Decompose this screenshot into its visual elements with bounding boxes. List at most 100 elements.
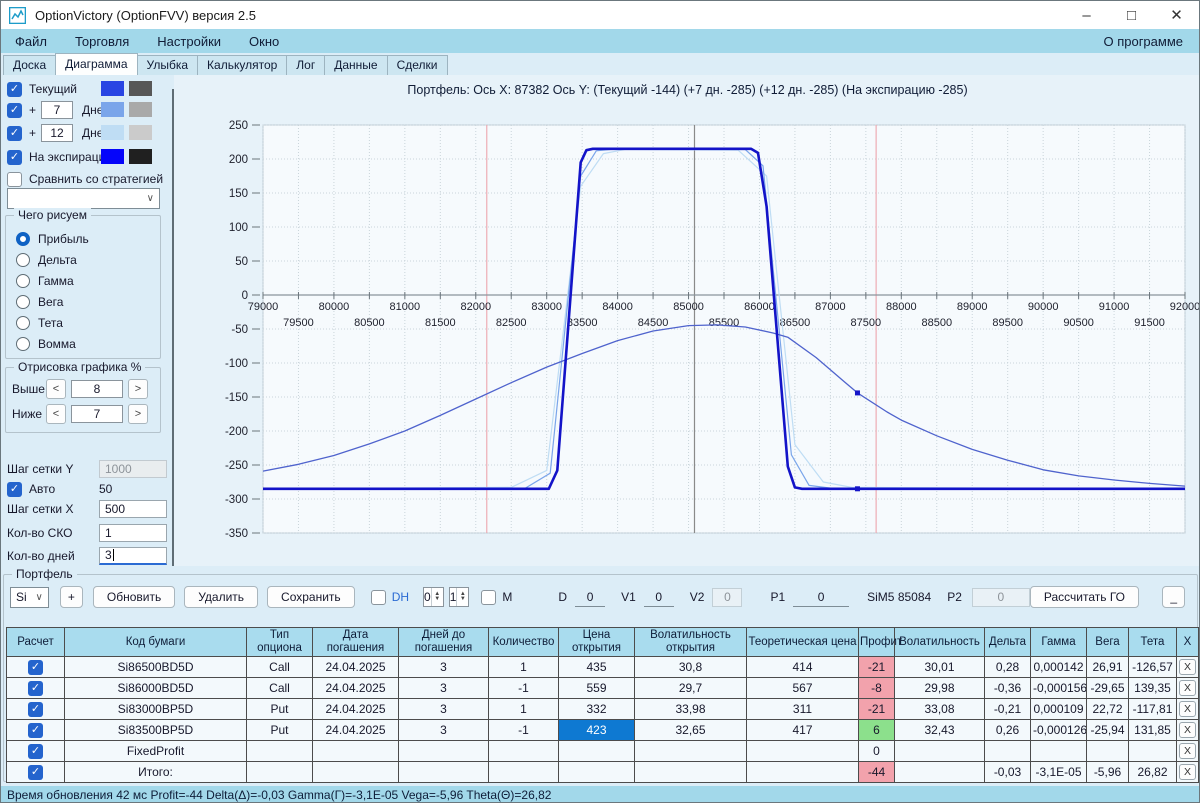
cell-delta[interactable]: 0,26: [984, 719, 1031, 742]
cell-delta[interactable]: -0,21: [984, 698, 1031, 721]
delete-row-button[interactable]: X: [1179, 659, 1196, 676]
cell-vega[interactable]: -29,65: [1086, 677, 1129, 700]
cell-qty[interactable]: [488, 740, 559, 763]
tab-калькулятор[interactable]: Калькулятор: [197, 55, 288, 75]
cell-open_price[interactable]: 559: [558, 677, 635, 700]
cell-profit[interactable]: 0: [858, 740, 895, 763]
tab-сделки[interactable]: Сделки: [386, 55, 448, 75]
dh-checkbox[interactable]: [370, 589, 386, 605]
cell-date[interactable]: 24.04.2025: [312, 698, 399, 721]
cell-type[interactable]: [246, 740, 313, 763]
sko-count-input[interactable]: [99, 524, 167, 542]
column-header-гамма[interactable]: Гамма: [1030, 626, 1087, 658]
cell-profit[interactable]: -8: [858, 677, 895, 700]
cell-date[interactable]: [312, 740, 399, 763]
cell-open_vol[interactable]: [634, 740, 747, 763]
row-calc-checkbox[interactable]: ✓: [28, 765, 43, 781]
cell-open_price[interactable]: [558, 761, 635, 784]
cell-open_vol[interactable]: 33,98: [634, 698, 747, 721]
menu-item-настройки[interactable]: Настройки: [143, 34, 235, 49]
cell-vol[interactable]: 32,43: [894, 719, 985, 742]
tab-данные[interactable]: Данные: [324, 55, 388, 75]
cell-vol[interactable]: [894, 761, 985, 784]
cell-theo[interactable]: 567: [746, 677, 859, 700]
delete-row-button[interactable]: X: [1179, 680, 1196, 697]
cell-open_vol[interactable]: 29,7: [634, 677, 747, 700]
radio-дельта[interactable]: [16, 253, 30, 267]
cell-open_vol[interactable]: 32,65: [634, 719, 747, 742]
save-button[interactable]: Сохранить: [267, 586, 355, 608]
cell-vol[interactable]: 33,08: [894, 698, 985, 721]
grid-step-y-input[interactable]: [99, 460, 167, 478]
cell-theta[interactable]: -117,81: [1128, 698, 1177, 721]
column-header-теоретическая-цена[interactable]: Теоретическая цена: [746, 626, 859, 658]
radio-прибыль[interactable]: [16, 232, 30, 246]
cell-vol[interactable]: 29,98: [894, 677, 985, 700]
cell-open_vol[interactable]: [634, 761, 747, 784]
cell-vega[interactable]: -25,94: [1086, 719, 1129, 742]
cell-code[interactable]: Si86000BD5D: [64, 677, 247, 700]
radio-вомма[interactable]: [16, 337, 30, 351]
cell-vega[interactable]: -5,96: [1086, 761, 1129, 784]
column-header-расчет[interactable]: Расчет: [6, 626, 65, 658]
add-portfolio-button[interactable]: +: [59, 586, 83, 608]
menu-item-окно[interactable]: Окно: [235, 34, 293, 49]
cell-theta[interactable]: [1128, 740, 1177, 763]
cell-date[interactable]: 24.04.2025: [312, 719, 399, 742]
layer-color-swatch[interactable]: [101, 149, 124, 164]
delete-button[interactable]: Удалить: [184, 586, 259, 608]
cell-gamma[interactable]: [1030, 740, 1087, 763]
layer-checkbox-3[interactable]: ✓: [7, 149, 22, 165]
increase-button[interactable]: >: [128, 404, 148, 424]
cell-open_price[interactable]: [558, 740, 635, 763]
cell-qty[interactable]: [488, 761, 559, 784]
dh-spinner-2[interactable]: 1 ▲ ▼: [448, 587, 470, 607]
cell-theo[interactable]: 311: [746, 698, 859, 721]
column-header-цена-открытия[interactable]: Цена открытия: [558, 626, 635, 658]
increase-button[interactable]: >: [128, 379, 148, 399]
cell-theo[interactable]: [746, 740, 859, 763]
cell-days[interactable]: 3: [398, 656, 489, 679]
cell-theta[interactable]: 139,35: [1128, 677, 1177, 700]
cell-days[interactable]: [398, 740, 489, 763]
field-input-p1[interactable]: [793, 587, 850, 607]
cell-profit[interactable]: 6: [858, 719, 895, 742]
menu-item-файл[interactable]: Файл: [1, 34, 61, 49]
row-calc-checkbox[interactable]: ✓: [28, 660, 43, 676]
column-header-x[interactable]: X: [1176, 626, 1199, 658]
auto-checkbox[interactable]: ✓: [7, 481, 22, 497]
payoff-chart[interactable]: 79000 80000 81000 82000 83000 84000 85000 86000…: [174, 101, 1200, 566]
cell-delta[interactable]: -0,03: [984, 761, 1031, 784]
row-calc-checkbox[interactable]: ✓: [28, 681, 43, 697]
cell-code[interactable]: Si83000BP5D: [64, 698, 247, 721]
field-input-v1[interactable]: [643, 587, 674, 607]
radio-тета[interactable]: [16, 316, 30, 330]
cell-code[interactable]: Итого:: [64, 761, 247, 784]
cell-theta[interactable]: 131,85: [1128, 719, 1177, 742]
range-value-input[interactable]: [71, 380, 123, 398]
cell-type[interactable]: Put: [246, 698, 313, 721]
cell-vega[interactable]: 26,91: [1086, 656, 1129, 679]
cell-profit[interactable]: -44: [858, 761, 895, 784]
cell-qty[interactable]: -1: [488, 677, 559, 700]
cell-vol[interactable]: 30,01: [894, 656, 985, 679]
cell-profit[interactable]: -21: [858, 698, 895, 721]
layer-color-swatch[interactable]: [101, 102, 124, 117]
column-header-количество[interactable]: Количество: [488, 626, 559, 658]
delete-row-button[interactable]: X: [1179, 722, 1196, 739]
days-count-input[interactable]: 3: [99, 547, 167, 565]
cell-delta[interactable]: 0,28: [984, 656, 1031, 679]
row-calc-checkbox[interactable]: ✓: [28, 723, 43, 739]
portfolio-select[interactable]: Si ∨: [10, 586, 49, 608]
column-header-профит[interactable]: Профит: [858, 626, 902, 658]
minimize-button[interactable]: –: [1064, 1, 1109, 29]
row-calc-checkbox[interactable]: ✓: [28, 702, 43, 718]
layer-color-swatch[interactable]: [101, 81, 124, 96]
delete-row-button[interactable]: X: [1179, 701, 1196, 718]
column-header-дельта[interactable]: Дельта: [984, 626, 1031, 658]
cell-code[interactable]: Si86500BD5D: [64, 656, 247, 679]
cell-delta[interactable]: [984, 740, 1031, 763]
tab-диаграмма[interactable]: Диаграмма: [55, 53, 138, 75]
cell-theta[interactable]: 26,82: [1128, 761, 1177, 784]
cell-open_price[interactable]: 423: [558, 719, 635, 742]
